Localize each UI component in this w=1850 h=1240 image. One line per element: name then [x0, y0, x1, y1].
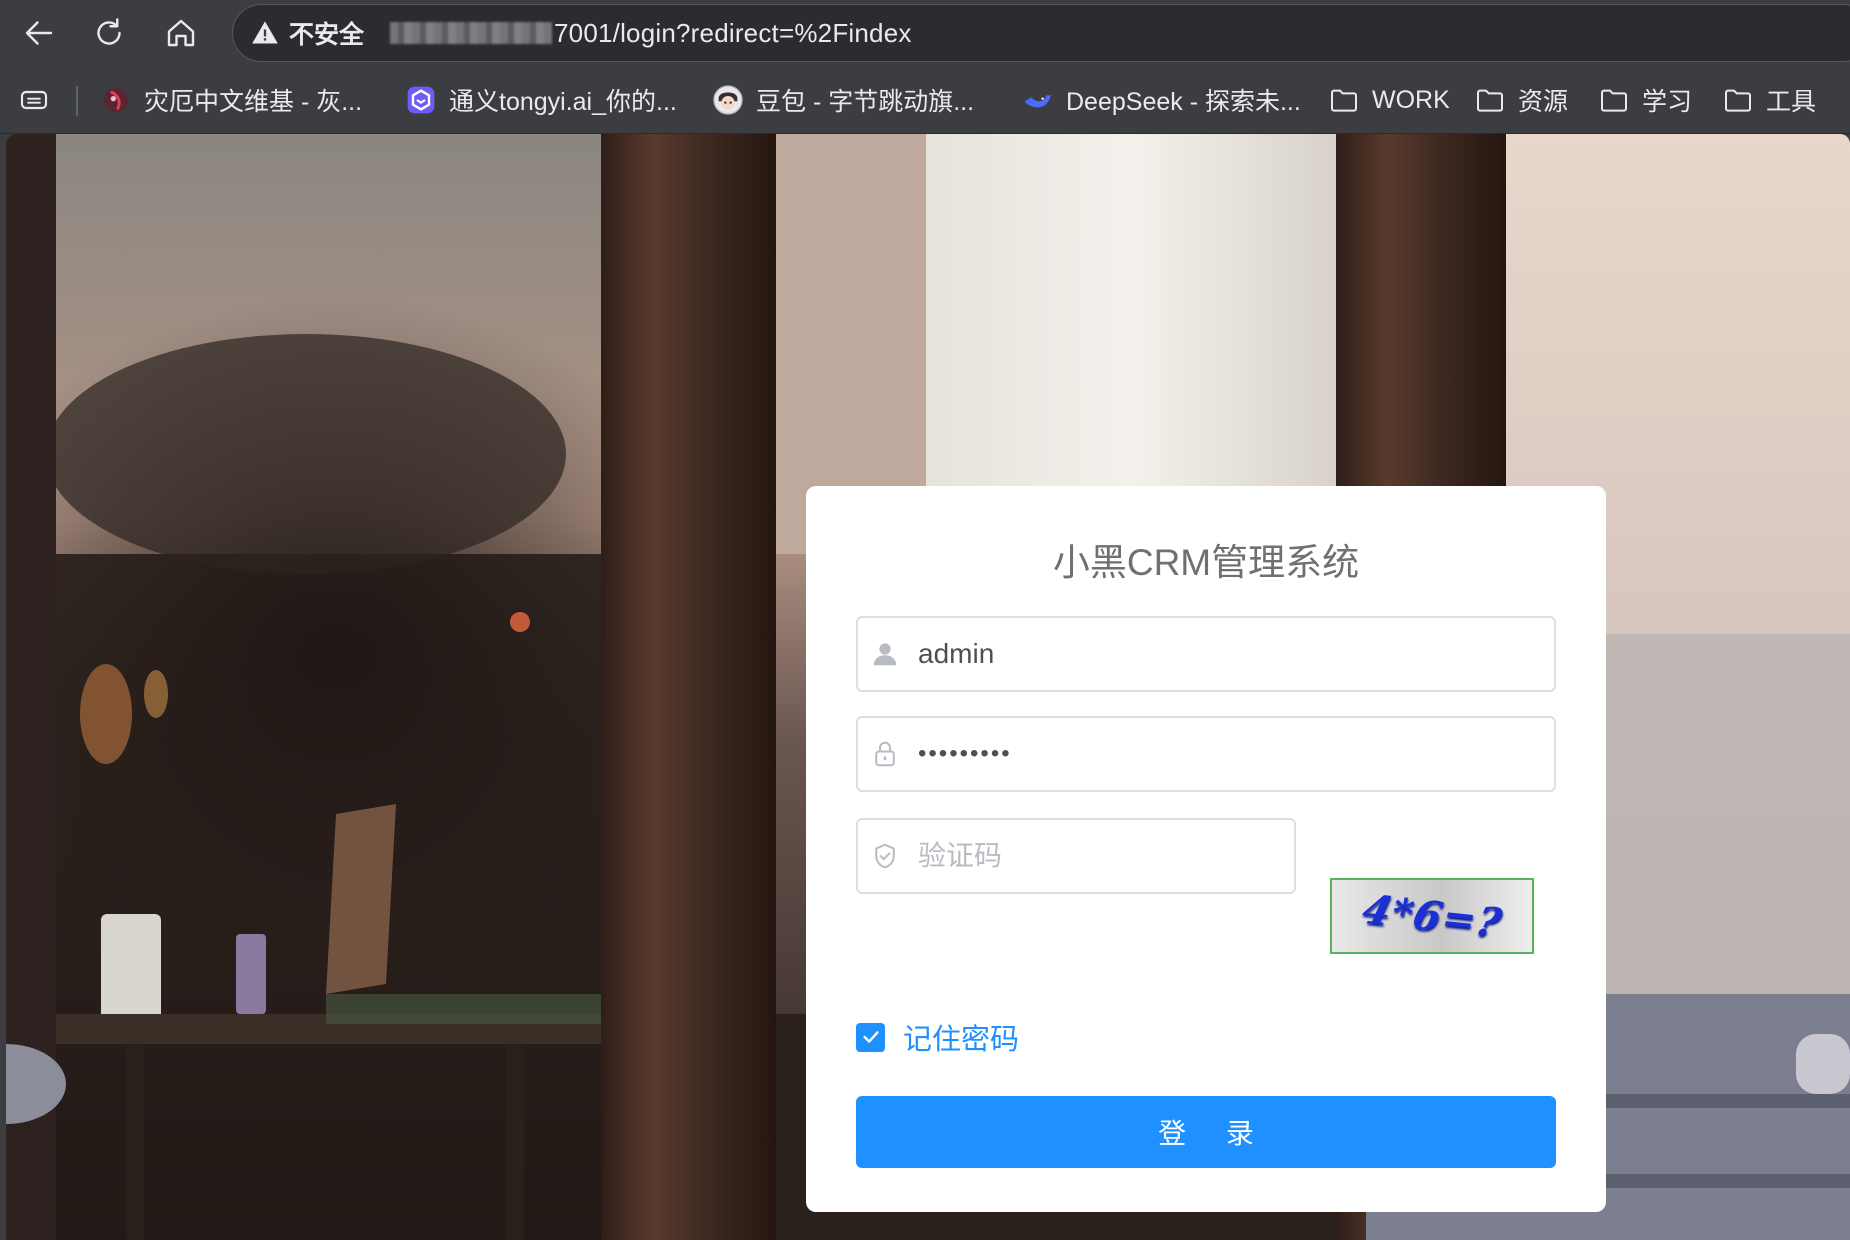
page-title: 小黑CRM管理系统	[1052, 542, 1360, 583]
lock-icon	[870, 739, 900, 769]
bookmark-deepseek[interactable]: DeepSeek - 探索未...	[1022, 80, 1301, 120]
bookmarks-separator	[76, 86, 78, 116]
bookmark-folder-tools[interactable]: 工具	[1722, 80, 1816, 120]
folder-icon	[1722, 84, 1754, 116]
bookmark-folder-resources[interactable]: 资源	[1474, 80, 1568, 120]
tab-list-icon	[18, 84, 50, 116]
login-card: 小黑CRM管理系统 4*6=? 记住密码	[806, 486, 1606, 1212]
folder-icon	[1598, 84, 1630, 116]
home-icon	[167, 19, 195, 47]
back-button[interactable]	[16, 10, 62, 56]
address-bar[interactable]: 不安全 7001/login?redirect=%2Findex	[232, 4, 1850, 62]
captcha-field[interactable]	[856, 818, 1296, 894]
shield-check-icon	[870, 841, 900, 871]
bookmarks-bar: 灾厄中文维基 - 灰... 通义tongyi.ai_你的... 豆包 - 字节跳…	[0, 66, 1850, 134]
warning-icon	[252, 21, 278, 44]
remember-password-checkbox[interactable]: 记住密码	[856, 1016, 1019, 1058]
reload-button[interactable]	[86, 10, 132, 56]
login-button[interactable]: 登 录	[856, 1096, 1556, 1168]
redacted-host	[390, 22, 553, 44]
doubao-avatar-icon	[712, 84, 744, 116]
bookmark-doubao[interactable]: 豆包 - 字节跳动旗...	[712, 80, 974, 120]
folder-icon	[1328, 84, 1360, 116]
captcha-input[interactable]	[918, 826, 1294, 886]
security-label: 不安全	[289, 21, 365, 49]
bookmark-label: 学习	[1642, 88, 1693, 116]
password-input[interactable]	[918, 724, 1478, 784]
page-viewport: 小黑CRM管理系统 4*6=? 记住密码	[6, 134, 1850, 1240]
deepseek-whale-icon	[1022, 84, 1054, 116]
home-button[interactable]	[158, 10, 204, 56]
bookmark-wiki[interactable]: 灾厄中文维基 - 灰...	[100, 80, 362, 120]
bookmark-label: 工具	[1766, 88, 1817, 116]
captcha-text: 4*6=?	[1357, 885, 1507, 947]
bookmark-label: WORK	[1372, 85, 1450, 114]
checkbox-checked[interactable]	[856, 1022, 885, 1052]
remember-password-label[interactable]: 记住密码	[903, 1016, 1019, 1058]
security-indicator[interactable]: 不安全	[251, 15, 364, 51]
tab-search-button[interactable]	[18, 80, 62, 120]
bookmark-label: 通义tongyi.ai_你的...	[449, 88, 677, 116]
username-input[interactable]	[918, 624, 1478, 684]
username-field[interactable]	[856, 616, 1556, 692]
bookmark-label: 豆包 - 字节跳动旗...	[756, 88, 975, 116]
bookmark-folder-work[interactable]: WORK	[1328, 80, 1450, 120]
browser-toolbar: 不安全 7001/login?redirect=%2Findex	[0, 0, 1850, 66]
captcha-image[interactable]: 4*6=?	[1330, 878, 1534, 954]
url-path: 7001/login?redirect=%2Findex	[554, 17, 912, 48]
wiki-logo-icon	[100, 84, 132, 116]
bookmark-label: DeepSeek - 探索未...	[1066, 88, 1301, 116]
bookmark-tongyi[interactable]: 通义tongyi.ai_你的...	[405, 80, 677, 120]
checkmark-icon	[862, 1031, 879, 1043]
tongyi-logo-icon	[405, 84, 437, 116]
bookmark-label: 资源	[1518, 88, 1569, 116]
arrow-left-icon	[25, 21, 53, 45]
user-icon	[870, 639, 900, 669]
password-field[interactable]	[856, 716, 1556, 792]
folder-icon	[1474, 84, 1506, 116]
bookmark-folder-study[interactable]: 学习	[1598, 80, 1692, 120]
url-text: 7001/login?redirect=%2Findex	[390, 18, 912, 49]
bookmark-label: 灾厄中文维基 - 灰...	[144, 88, 363, 116]
reload-icon	[97, 18, 121, 45]
